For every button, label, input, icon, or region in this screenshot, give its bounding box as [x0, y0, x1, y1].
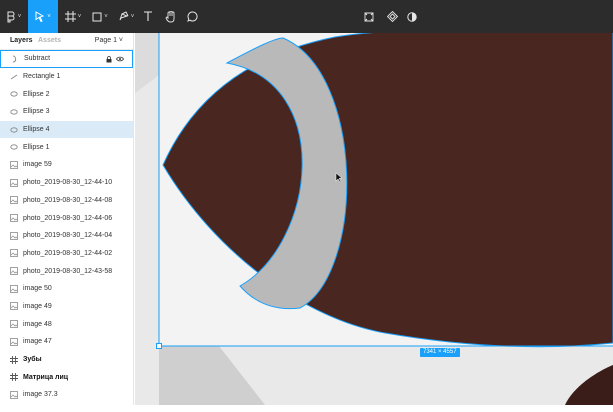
image-layer-icon	[10, 196, 18, 205]
frame-tool-button[interactable]: ˅	[60, 0, 86, 33]
ellipse-layer-icon	[10, 126, 18, 134]
frame-layer-icon	[10, 355, 18, 364]
layer-row[interactable]: image 48	[0, 315, 133, 333]
toolbar: ˅ ˅ ˅ ˅ ˅	[0, 0, 613, 33]
layer-label: Ellipse 2	[23, 90, 50, 98]
layer-row[interactable]: Rectangle 1	[0, 68, 133, 86]
layer-row[interactable]: Зубы	[0, 351, 133, 369]
subtract-icon	[11, 55, 19, 63]
layer-row[interactable]: photo_2019-08-30_12-44-10	[0, 174, 133, 192]
layer-label: Rectangle 1	[23, 73, 61, 81]
layer-label: image 37.3	[23, 391, 58, 399]
image-layer-icon	[10, 161, 18, 169]
layer-tools	[106, 56, 124, 65]
image-layer-icon	[10, 284, 18, 293]
frame-layer-icon	[10, 373, 18, 382]
layer-row[interactable]: photo_2019-08-30_12-44-02	[0, 245, 133, 263]
main-menu-button[interactable]: ˅	[0, 0, 28, 33]
image-layer-icon	[10, 302, 18, 311]
layer-list: Subtract Rectangle 1 Ellipse 2 Ellipse 3 Ell…	[0, 50, 133, 404]
layer-row[interactable]: Ellipse 4	[0, 120, 133, 139]
layer-row[interactable]: image 59	[0, 156, 133, 174]
layer-label: image 47	[23, 338, 52, 346]
tab-layers[interactable]: Layers	[10, 37, 33, 44]
layer-row[interactable]: image 47	[0, 333, 133, 351]
layer-label: photo_2019-08-30_12-44-02	[23, 249, 113, 257]
frame-icon	[64, 11, 76, 22]
layer-label: Subtract	[24, 55, 51, 63]
image-layer-icon	[10, 214, 18, 222]
tab-assets[interactable]: Assets	[38, 37, 61, 44]
rectangle-icon	[92, 12, 102, 22]
hand-tool-button[interactable]	[161, 0, 179, 33]
layer-label: Ellipse 1	[23, 143, 50, 151]
layer-label: Ellipse 3	[23, 108, 50, 116]
image-layer-icon	[10, 231, 18, 240]
page-selector[interactable]: Page 1 ˅	[95, 37, 123, 44]
layer-row[interactable]: image 50	[0, 280, 133, 298]
layer-label: image 49	[23, 302, 52, 310]
layer-label: photo_2019-08-30_12-43-58	[23, 267, 113, 275]
image-layer-icon	[10, 391, 18, 399]
pen-tool-button[interactable]: ˅	[114, 0, 138, 33]
layer-row[interactable]: image 49	[0, 298, 133, 316]
bottom-strip	[0, 405, 613, 412]
ellipse-layer-icon	[10, 143, 18, 151]
image-layer-icon	[10, 249, 18, 258]
image-layer-icon	[10, 320, 18, 329]
shape-tool-button[interactable]: ˅	[88, 0, 112, 33]
comment-icon	[186, 11, 198, 22]
layer-row[interactable]: photo_2019-08-30_12-44-06	[0, 209, 133, 227]
layer-label: image 48	[23, 320, 52, 328]
layer-label: Матрица лиц	[23, 373, 69, 381]
boolean-icon	[386, 11, 398, 22]
layer-row[interactable]: Матрица лиц	[0, 368, 133, 386]
layer-row[interactable]: photo_2019-08-30_12-43-58	[0, 262, 133, 280]
layer-label: photo_2019-08-30_12-44-06	[23, 214, 113, 222]
layer-label: photo_2019-08-30_12-44-04	[23, 232, 113, 240]
layer-row[interactable]: Ellipse 1	[0, 138, 133, 156]
rectangle-layer-icon	[10, 73, 18, 81]
layer-row[interactable]: Ellipse 3	[0, 103, 133, 121]
image-layer-icon	[10, 337, 18, 346]
layers-panel: Layers Assets Page 1 ˅ Subtract Rectangle…	[0, 33, 134, 405]
layer-label: Ellipse 4	[23, 126, 50, 134]
ellipse-layer-icon	[10, 108, 18, 116]
figma-menu-icon	[7, 11, 16, 23]
selection-handle	[156, 343, 162, 349]
lock-icon[interactable]	[106, 56, 112, 65]
image-layer-icon	[10, 178, 18, 187]
create-component-button[interactable]	[362, 0, 376, 33]
component-icon	[364, 12, 374, 22]
pen-icon	[118, 11, 129, 22]
size-badge: 7341 × 4557	[420, 348, 460, 357]
layer-label: image 50	[23, 285, 52, 293]
layer-row[interactable]: Subtract	[0, 50, 133, 68]
layer-row[interactable]: Ellipse 2	[0, 85, 133, 103]
eye-icon[interactable]	[116, 56, 124, 65]
layer-label: photo_2019-08-30_12-44-10	[23, 179, 113, 187]
move-tool-button[interactable]: ˅	[28, 0, 58, 33]
pointer-icon	[35, 11, 45, 22]
layer-label: image 59	[23, 161, 52, 169]
layer-row[interactable]: photo_2019-08-30_12-44-08	[0, 192, 133, 210]
canvas[interactable]: 7341 × 4557	[135, 33, 613, 405]
panel-tabs: Layers Assets Page 1 ˅	[0, 33, 133, 50]
text-icon	[143, 11, 153, 22]
canvas-artwork	[135, 33, 613, 405]
layer-label: photo_2019-08-30_12-44-08	[23, 196, 113, 204]
text-tool-button[interactable]	[140, 0, 156, 33]
comment-tool-button[interactable]	[183, 0, 201, 33]
hand-icon	[164, 10, 176, 23]
ellipse-layer-icon	[10, 90, 18, 98]
layer-row[interactable]: image 37.3	[0, 386, 133, 404]
mask-button[interactable]	[405, 0, 419, 33]
layer-label: Зубы	[23, 356, 42, 364]
contrast-icon	[407, 11, 417, 22]
boolean-button[interactable]	[385, 0, 399, 33]
image-layer-icon	[10, 267, 18, 275]
layer-row[interactable]: photo_2019-08-30_12-44-04	[0, 227, 133, 245]
